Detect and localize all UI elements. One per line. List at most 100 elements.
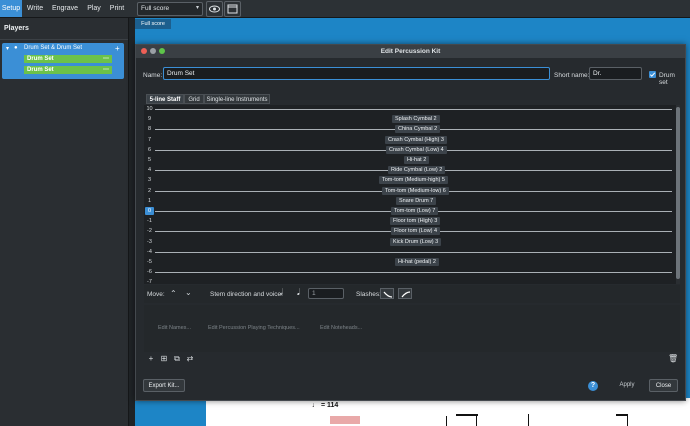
apply-button[interactable]: Apply (613, 379, 641, 392)
kit-instrument-chip[interactable]: Tom-tom (Medium-high) 5 (379, 176, 448, 184)
kit-instrument-chip[interactable]: Hi-hat (pedal) 2 (395, 258, 439, 266)
staff-position-number[interactable]: 7 (145, 136, 154, 144)
kit-tools-row: Move: ⌃ ⌄ Stem direction and voice: 𝅗𝅥 𝅘… (144, 285, 680, 303)
kit-instrument-chip[interactable]: Kick Drum (Low) 3 (390, 238, 442, 246)
tab-single-line-instruments[interactable]: Single-line Instruments (204, 94, 270, 104)
stem (528, 414, 529, 426)
staff-position-number[interactable]: -5 (145, 258, 154, 266)
staff-position-number[interactable]: 3 (145, 176, 154, 184)
signpost[interactable] (330, 416, 360, 424)
tab-full-score[interactable]: Full score (135, 19, 171, 29)
stem-up-icon[interactable]: 𝅘𝅥 (297, 287, 300, 298)
import-icon[interactable]: ⊞ (159, 354, 169, 364)
slash-down-icon (383, 291, 393, 298)
kit-instrument-chip[interactable]: Crash Cymbal (Low) 4 (386, 146, 447, 154)
chevron-down-icon: ▾ (195, 5, 199, 11)
chevron-down-icon[interactable]: ▾ (6, 45, 9, 52)
edit-playing-techniques-button[interactable]: Edit Percussion Playing Techniques... (208, 325, 300, 331)
staff-position-number[interactable]: -6 (145, 268, 154, 276)
tempo-marking: ♩ = 114 (312, 402, 339, 409)
instrument-card[interactable]: Drum Set ⋯ (24, 66, 112, 74)
score-page: ♩ = 114 (206, 398, 690, 426)
short-name-label: Short name: (554, 72, 590, 79)
kit-instrument-chip[interactable]: Tom-tom (Medium-low) 6 (382, 187, 449, 195)
panel-icon (227, 4, 238, 14)
percussion-staff-editor[interactable]: 10 9 8 7 6 5 4 3 2 1 0 -1 -2 -3 -4 -5 -6… (144, 105, 676, 284)
staff-position-number[interactable]: -1 (145, 217, 154, 225)
edit-names-button[interactable]: Edit Names... (158, 325, 191, 331)
staff-position-number[interactable]: 9 (145, 115, 154, 123)
staff-position-number[interactable]: -3 (145, 238, 154, 246)
kit-instrument-chip[interactable]: Splash Cymbal 2 (392, 115, 440, 123)
slash-up-button[interactable] (398, 288, 412, 299)
name-label: Name: (143, 72, 163, 79)
stem-down-icon[interactable]: 𝅗𝅥 (280, 287, 283, 298)
staff-position-number[interactable]: -2 (145, 227, 154, 235)
kit-instrument-chip[interactable]: Floor tom (High) 3 (390, 217, 441, 225)
staff-position-number-selected[interactable]: 0 (145, 207, 154, 215)
mode-play-tab[interactable]: Play (83, 0, 105, 17)
view-options-button[interactable] (206, 1, 223, 17)
kit-instrument-chip-selected[interactable]: Tom-tom (Low) 7 (391, 207, 439, 215)
kit-instrument-chip[interactable]: China Cymbal 2 (395, 125, 441, 133)
tab-5-line-staff[interactable]: 5-line Staff (146, 94, 184, 104)
staff-position-number[interactable]: 6 (145, 146, 154, 154)
dialog-title: Edit Percussion Kit (380, 48, 441, 55)
export-kit-button[interactable]: Export Kit... (143, 379, 185, 392)
instrument-name: Drum Set (27, 56, 54, 62)
kit-instrument-chip[interactable]: Snare Drum 7 (396, 197, 437, 205)
player-name: Drum Set & Drum Set (24, 45, 83, 51)
close-button[interactable]: Close (649, 379, 678, 392)
more-icon[interactable]: ⋯ (103, 66, 109, 74)
staff-line (155, 252, 672, 253)
short-name-field[interactable]: Dr. (589, 67, 642, 80)
edit-percussion-kit-dialog: Edit Percussion Kit Name: Drum Set Short… (135, 44, 686, 401)
name-field[interactable]: Drum Set (163, 67, 550, 80)
edit-buttons-area: Edit Names... Edit Percussion Playing Te… (144, 305, 680, 352)
mode-setup-tab[interactable]: Setup (0, 0, 22, 17)
kit-instrument-chip[interactable]: Crash Cymbal (High) 3 (385, 136, 447, 144)
edit-noteheads-button[interactable]: Edit Noteheads... (320, 325, 362, 331)
drum-set-checkbox[interactable] (649, 71, 656, 78)
trash-icon[interactable]: 🗑 (668, 354, 678, 364)
mode-write-tab[interactable]: Write (23, 0, 47, 17)
mode-engrave-tab[interactable]: Engrave (48, 0, 82, 17)
slash-down-button[interactable] (380, 288, 394, 299)
help-button[interactable]: ? (588, 381, 598, 391)
staff-position-number[interactable]: 4 (145, 166, 154, 174)
staff-scrollbar-thumb[interactable] (676, 107, 680, 279)
voice-number-field[interactable]: 1 (308, 288, 344, 299)
staff-position-number[interactable]: 1 (145, 197, 154, 205)
swap-icon[interactable]: ⇄ (185, 354, 195, 364)
staff-position-number[interactable]: 5 (145, 156, 154, 164)
person-icon: ● (14, 45, 18, 51)
instrument-card[interactable]: Drum Set ⋯ (24, 55, 112, 63)
add-instrument-icon[interactable]: + (115, 44, 120, 53)
staff-line (155, 109, 672, 110)
staff-position-number[interactable]: 10 (145, 105, 154, 113)
instrument-name: Drum Set (27, 67, 54, 73)
players-panel (0, 18, 129, 426)
slash-up-icon (401, 291, 411, 298)
window-layout-button[interactable] (224, 1, 241, 17)
move-down-icon[interactable]: ⌄ (185, 288, 192, 297)
kit-instrument-chip[interactable]: Floor tom (Low) 4 (391, 227, 441, 235)
staff-position-number[interactable]: 2 (145, 187, 154, 195)
dialog-titlebar: Edit Percussion Kit (136, 45, 685, 58)
layout-select[interactable]: Full score ▾ (137, 2, 203, 16)
staff-position-number[interactable]: 8 (145, 125, 154, 133)
stem (627, 414, 628, 426)
player-card[interactable]: ▾ ● Drum Set & Drum Set + Drum Set ⋯ Dru… (2, 43, 124, 79)
staff-position-number[interactable]: -7 (145, 278, 154, 284)
more-icon[interactable]: ⋯ (103, 55, 109, 63)
tab-grid[interactable]: Grid (184, 94, 204, 104)
kit-instrument-chip[interactable]: Ride Cymbal (Low) 2 (388, 166, 446, 174)
copy-icon[interactable]: ⧉ (172, 354, 182, 364)
drum-set-checkbox-label: Drum set (659, 72, 675, 86)
eye-icon (209, 5, 220, 13)
add-icon[interactable]: + (146, 354, 156, 364)
kit-instrument-chip[interactable]: Hi-hat 2 (404, 156, 430, 164)
move-up-icon[interactable]: ⌃ (170, 289, 177, 298)
mode-print-tab[interactable]: Print (106, 0, 128, 17)
staff-position-number[interactable]: -4 (145, 248, 154, 256)
